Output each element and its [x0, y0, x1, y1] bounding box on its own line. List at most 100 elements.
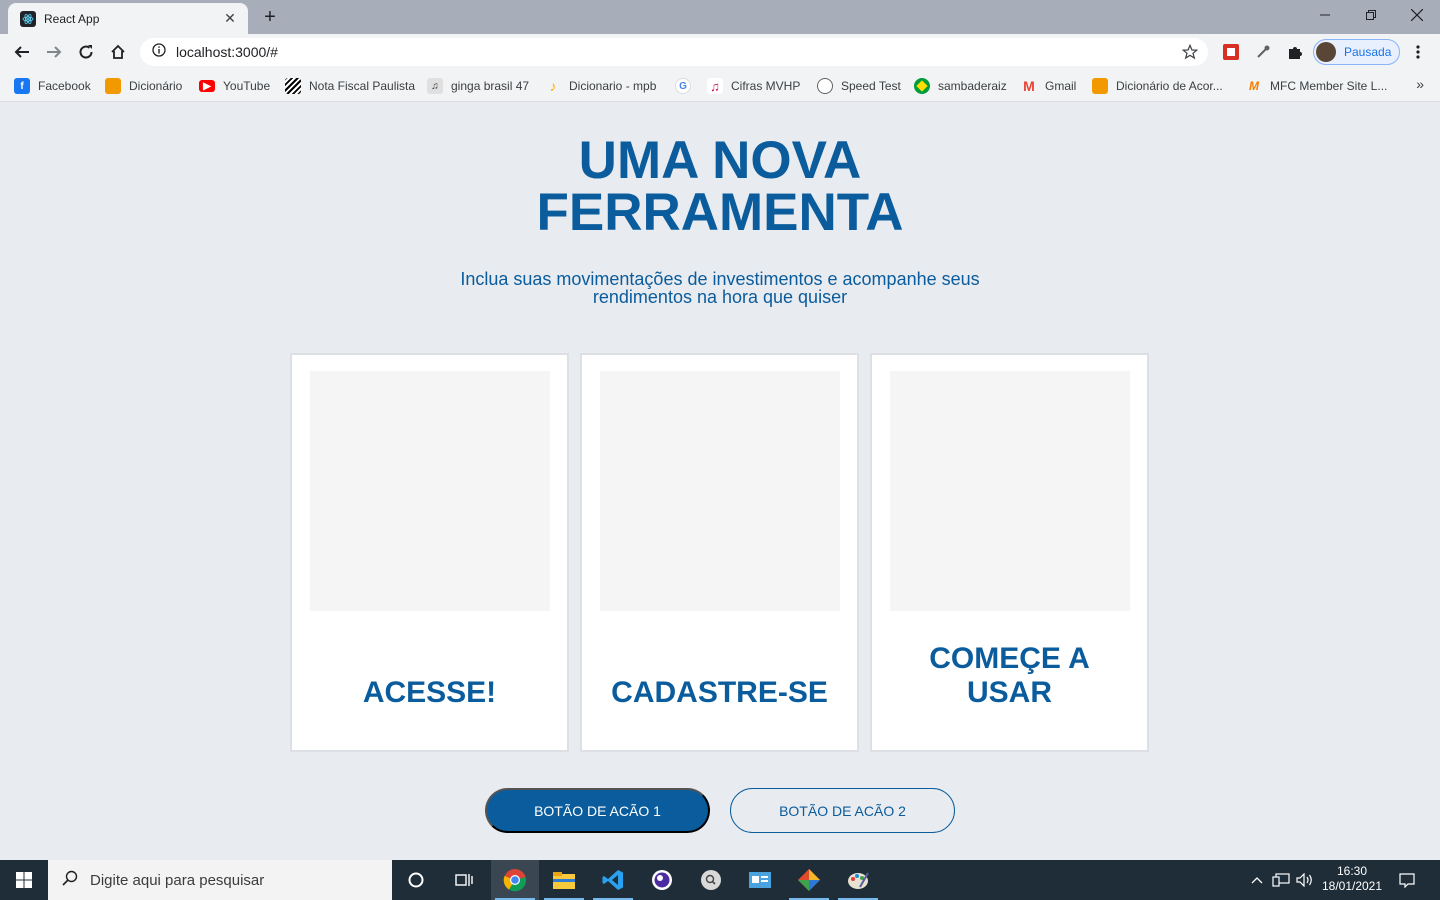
bookmark-label: Cifras MVHP [731, 79, 801, 93]
card-image-placeholder [310, 371, 550, 611]
speedometer-icon [817, 78, 833, 94]
bookmark-item[interactable]: ♫ ginga brasil 47 [427, 76, 529, 96]
chrome-taskbar-icon[interactable] [491, 860, 539, 900]
url-text[interactable]: localhost:3000/# [176, 44, 278, 60]
close-tab-icon[interactable]: ✕ [222, 10, 238, 27]
eyedropper-icon[interactable] [1253, 42, 1273, 62]
profile-label: Pausada [1344, 45, 1392, 59]
back-icon[interactable] [8, 38, 36, 66]
bookmark-item[interactable]: ♪ Dicionario - mpb [545, 76, 657, 96]
brazil-flag-icon [914, 78, 930, 94]
card-comece-a-usar[interactable]: COMEÇE A USAR [870, 353, 1149, 752]
vscode-icon[interactable] [589, 860, 637, 900]
bookmark-item[interactable]: Speed Test [817, 76, 901, 96]
bookmark-item[interactable]: M Gmail [1021, 76, 1076, 96]
bookmark-item[interactable]: ▶ YouTube [199, 76, 270, 96]
bookmark-item[interactable]: ♫ Cifras MVHP [707, 76, 800, 96]
chevron-up-icon[interactable] [1247, 860, 1267, 900]
youtube-icon: ▶ [199, 80, 215, 92]
minimize-icon[interactable] [1302, 0, 1348, 30]
bookmark-label: Dicionario - mpb [569, 79, 657, 93]
reload-icon[interactable] [72, 38, 100, 66]
bookmark-label: Nota Fiscal Paulista [309, 79, 416, 93]
file-explorer-icon[interactable] [540, 860, 588, 900]
profile-button[interactable]: Pausada [1313, 39, 1400, 65]
close-window-icon[interactable] [1394, 0, 1440, 30]
network-icon[interactable] [1270, 860, 1292, 900]
google-icon: G [675, 78, 691, 94]
clock-date: 18/01/2021 [1321, 879, 1383, 893]
title-line: FERRAMENTA [536, 183, 904, 242]
system-clock[interactable]: 16:30 18/01/2021 [1318, 864, 1386, 894]
card-label-line: USAR [966, 676, 1052, 709]
music-note-icon: ♪ [549, 78, 557, 94]
page-content: UMA NOVA FERRAMENTA Inclua suas moviment… [0, 103, 1440, 860]
extensions-puzzle-icon[interactable] [1285, 42, 1305, 62]
restore-icon[interactable] [1348, 0, 1394, 30]
browser-tab[interactable]: React App ✕ [8, 3, 248, 34]
app-circle-icon[interactable] [638, 860, 686, 900]
bookmark-label: ginga brasil 47 [451, 79, 530, 93]
card-label: CADASTRE-SE [592, 676, 847, 710]
bookmark-label: Dicionário [129, 79, 183, 93]
windows-taskbar: Digite aqui para pesquisar 16:30 18/01/2… [0, 860, 1440, 900]
subtitle-line: rendimentos na hora que quiser [592, 287, 848, 307]
info-icon[interactable] [152, 42, 166, 62]
search-icon [62, 870, 78, 891]
volume-icon[interactable] [1294, 860, 1316, 900]
avatar [1316, 42, 1336, 62]
git-app-icon[interactable] [785, 860, 833, 900]
chevron-right-double-icon[interactable]: » [1416, 76, 1424, 92]
bookmark-label: Gmail [1045, 79, 1077, 93]
flag-icon [285, 78, 301, 94]
title-line: UMA NOVA [578, 131, 862, 190]
search-app-icon[interactable] [687, 860, 735, 900]
mfc-icon: M [1249, 79, 1259, 93]
bookmark-item[interactable]: Nota Fiscal Paulista [285, 76, 415, 96]
card-label-line: ACESSE! [362, 676, 497, 709]
browser-toolbar: localhost:3000/# Pausada [0, 34, 1440, 70]
home-icon[interactable] [104, 38, 132, 66]
music-sheet-icon: ♫ [427, 78, 443, 94]
notification-icon[interactable] [1396, 860, 1418, 900]
bookmark-label: Dicionário de Acor... [1116, 79, 1223, 93]
action-button-2[interactable]: BOTÃO DE ACÃO 2 [730, 788, 955, 833]
card-cadastre-se[interactable]: CADASTRE-SE [580, 353, 859, 752]
bookmark-item[interactable]: Dicionário de Acor... [1092, 76, 1223, 96]
task-view-icon[interactable] [440, 860, 488, 900]
bookmark-item[interactable]: M MFC Member Site L... [1246, 76, 1387, 96]
bookmark-label: Speed Test [841, 79, 901, 93]
browser-tab-strip: React App ✕ + [0, 0, 1440, 34]
bookmark-item[interactable]: f Facebook [14, 76, 91, 96]
clock-time: 16:30 [1336, 864, 1368, 878]
menu-kebab-icon[interactable] [1408, 42, 1428, 62]
new-tab-icon[interactable]: + [259, 6, 281, 28]
card-acesse[interactable]: ACESSE! [290, 353, 569, 752]
music-app-icon: ♫ [707, 78, 723, 94]
bookmark-item[interactable]: sambaderaiz [914, 76, 1007, 96]
card-label-line: CADASTRE-SE [611, 676, 828, 709]
bookmark-star-icon[interactable] [1181, 43, 1199, 65]
facebook-icon: f [14, 78, 30, 94]
address-bar[interactable]: localhost:3000/# [140, 38, 1208, 66]
action-button-1[interactable]: BOTÃO DE ACÃO 1 [485, 788, 710, 833]
contacts-app-icon[interactable] [736, 860, 784, 900]
card-image-placeholder [890, 371, 1130, 611]
card-label-line: COMEÇE A [929, 642, 1090, 675]
card-image-placeholder [600, 371, 840, 611]
taskbar-search[interactable]: Digite aqui para pesquisar [48, 860, 392, 900]
card-label: ACESSE! [302, 676, 557, 710]
bookmark-item[interactable]: G [675, 76, 699, 96]
bookmark-item[interactable]: Dicionário [105, 76, 182, 96]
cortana-icon[interactable] [392, 860, 440, 900]
dictionary-icon [1092, 78, 1108, 94]
page-title: UMA NOVA FERRAMENTA [420, 131, 1020, 242]
search-placeholder: Digite aqui para pesquisar [90, 871, 265, 889]
forward-icon[interactable] [40, 38, 68, 66]
card-label: COMEÇE A USAR [882, 642, 1137, 710]
windows-start-icon[interactable] [0, 860, 48, 900]
extension-red-icon[interactable] [1221, 42, 1241, 62]
tab-title: React App [44, 11, 100, 26]
page-subtitle: Inclua suas movimentações de investiment… [440, 270, 1000, 306]
paint-app-icon[interactable] [834, 860, 882, 900]
